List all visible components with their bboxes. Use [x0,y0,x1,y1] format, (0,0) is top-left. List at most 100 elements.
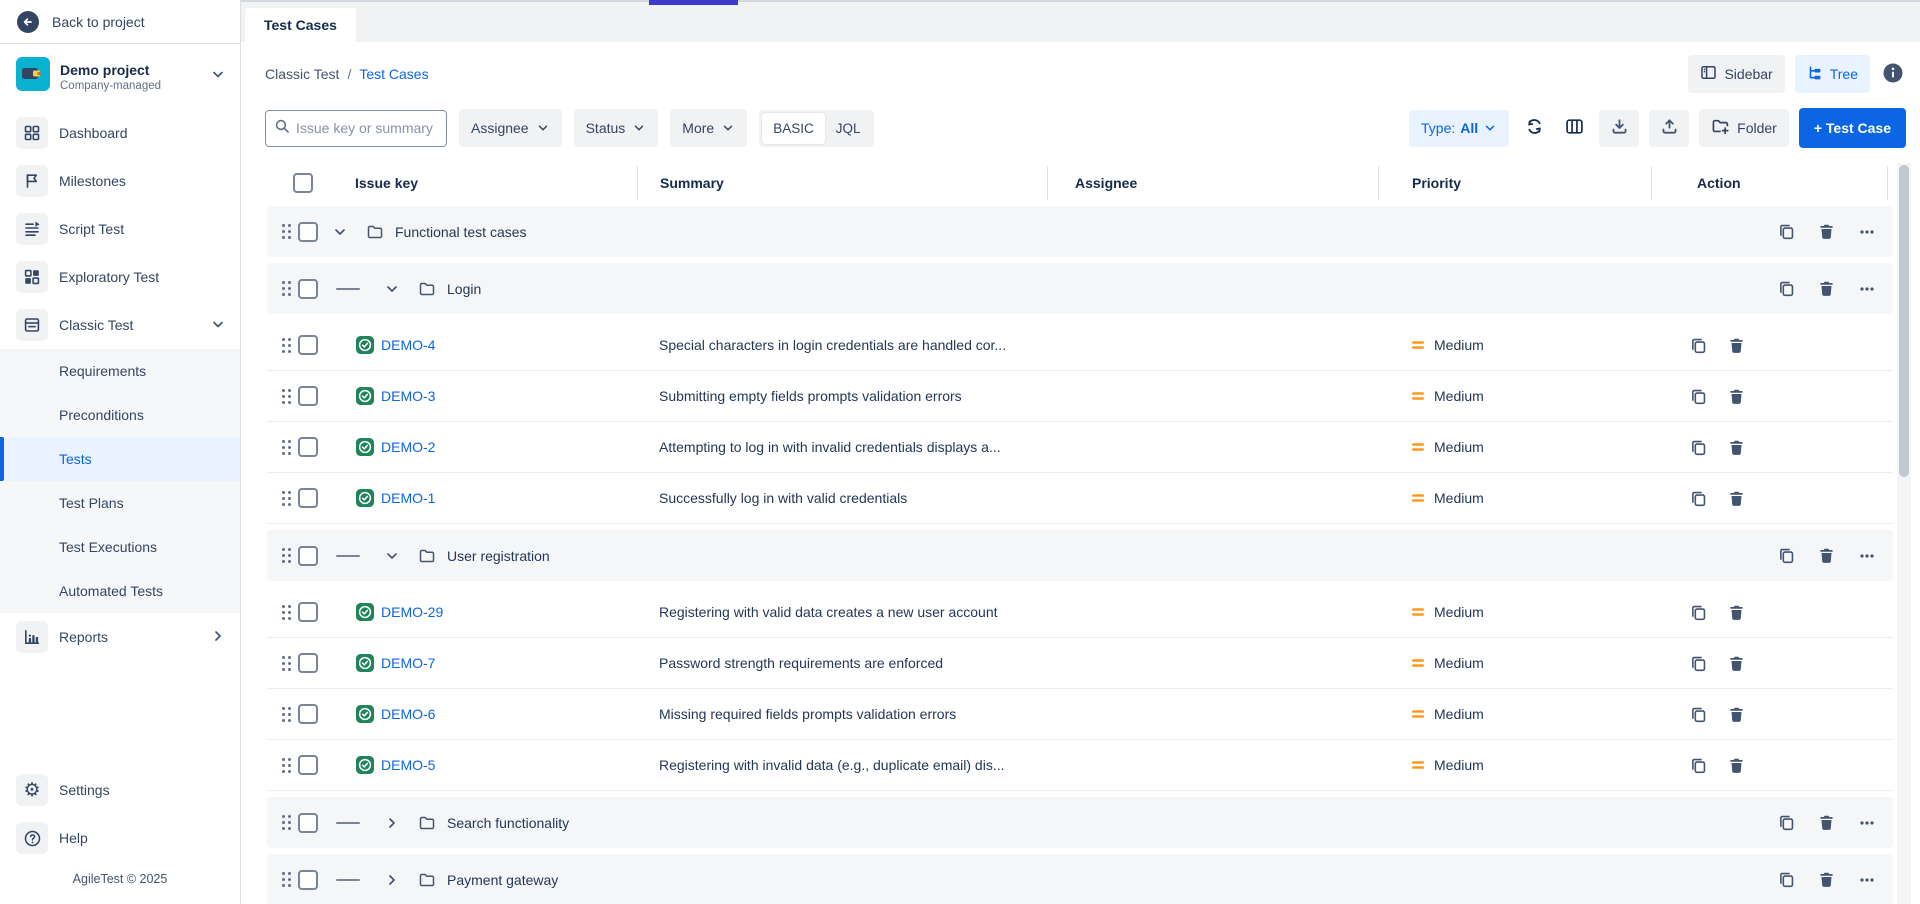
issue-key-link[interactable]: DEMO-7 [381,655,435,671]
delete-test-icon[interactable] [1728,604,1745,621]
breadcrumb-test-cases[interactable]: Test Cases [359,66,428,82]
test-case-row[interactable]: DEMO-1Successfully log in with valid cre… [267,473,1893,524]
folder-more-menu-icon[interactable] [1858,280,1876,298]
delete-folder-icon[interactable] [1818,871,1835,888]
sidebar-toggle-button[interactable]: Sidebar [1688,55,1784,93]
copy-test-icon[interactable] [1690,388,1707,405]
basic-mode-tab[interactable]: BASIC [762,113,825,144]
sidebar-item-tests[interactable]: Tests [0,437,240,481]
delete-test-icon[interactable] [1728,706,1745,723]
sidebar-item-reports[interactable]: Reports [0,613,240,661]
row-checkbox[interactable] [298,222,318,242]
folder-row[interactable]: Functional test cases [267,206,1893,257]
drag-handle-icon[interactable] [278,757,288,773]
drag-handle-icon[interactable] [278,548,288,564]
row-checkbox[interactable] [298,653,318,673]
drag-handle-icon[interactable] [278,604,288,620]
issue-key-link[interactable]: DEMO-5 [381,757,435,773]
test-case-row[interactable]: DEMO-4Special characters in login creden… [267,320,1893,371]
test-case-row[interactable]: DEMO-2Attempting to log in with invalid … [267,422,1893,473]
column-header-assignee[interactable]: Assignee [1047,166,1378,200]
folder-row[interactable]: Search functionality [267,797,1893,848]
tab-test-cases[interactable]: Test Cases [245,8,356,42]
back-to-project-button[interactable]: Back to project [0,0,240,44]
sidebar-item-help[interactable]: Help [0,814,240,862]
folder-button[interactable]: Folder [1699,109,1789,147]
select-all-checkbox[interactable] [293,173,313,193]
vertical-scrollbar[interactable] [1897,163,1911,904]
drag-handle-icon[interactable] [278,490,288,506]
test-case-row[interactable]: DEMO-3Submitting empty fields prompts va… [267,371,1893,422]
sidebar-item-test-plans[interactable]: Test Plans [0,481,240,525]
issue-key-link[interactable]: DEMO-29 [381,604,443,620]
row-checkbox[interactable] [298,870,318,890]
copy-folder-icon[interactable] [1778,814,1795,831]
import-button[interactable] [1599,110,1639,147]
copy-folder-icon[interactable] [1778,280,1795,297]
drag-handle-icon[interactable] [278,337,288,353]
copy-test-icon[interactable] [1690,757,1707,774]
copy-folder-icon[interactable] [1778,871,1795,888]
row-checkbox[interactable] [298,602,318,622]
sidebar-item-dashboard[interactable]: Dashboard [0,109,240,157]
delete-test-icon[interactable] [1728,337,1745,354]
delete-test-icon[interactable] [1728,757,1745,774]
folder-row[interactable]: User registration [267,530,1893,581]
row-checkbox[interactable] [298,546,318,566]
copy-folder-icon[interactable] [1778,547,1795,564]
drag-handle-icon[interactable] [278,655,288,671]
test-case-row[interactable]: DEMO-29Registering with valid data creat… [267,587,1893,638]
delete-test-icon[interactable] [1728,655,1745,672]
copy-test-icon[interactable] [1690,655,1707,672]
tree-view-button[interactable]: Tree [1795,55,1870,93]
refresh-button[interactable] [1519,111,1549,145]
collapse-folder-chevron-icon[interactable] [384,548,400,564]
sidebar-item-classic-test[interactable]: Classic Test [0,301,240,349]
sidebar-item-test-executions[interactable]: Test Executions [0,525,240,569]
row-checkbox[interactable] [298,335,318,355]
delete-folder-icon[interactable] [1818,547,1835,564]
folder-row[interactable]: Login [267,263,1893,314]
drag-handle-icon[interactable] [278,706,288,722]
delete-test-icon[interactable] [1728,439,1745,456]
sidebar-item-requirements[interactable]: Requirements [0,349,240,393]
folder-row[interactable]: Payment gateway [267,854,1893,904]
column-header-priority[interactable]: Priority [1378,166,1651,200]
row-checkbox[interactable] [298,704,318,724]
drag-handle-icon[interactable] [278,815,288,831]
folder-more-menu-icon[interactable] [1858,547,1876,565]
copy-test-icon[interactable] [1690,337,1707,354]
scrollbar-thumb[interactable] [1899,165,1909,477]
test-case-row[interactable]: DEMO-6Missing required fields prompts va… [267,689,1893,740]
delete-folder-icon[interactable] [1818,814,1835,831]
info-button[interactable] [1880,62,1906,87]
copy-test-icon[interactable] [1690,490,1707,507]
sidebar-item-milestones[interactable]: Milestones [0,157,240,205]
type-filter-dropdown[interactable]: Type: All [1409,110,1509,147]
folder-more-menu-icon[interactable] [1858,871,1876,889]
issue-key-link[interactable]: DEMO-1 [381,490,435,506]
drag-handle-icon[interactable] [278,439,288,455]
columns-button[interactable] [1559,111,1589,145]
sidebar-item-preconditions[interactable]: Preconditions [0,393,240,437]
project-switcher[interactable]: Demo project Company-managed [0,44,240,109]
folder-name[interactable]: Login [447,281,481,297]
delete-test-icon[interactable] [1728,490,1745,507]
folder-name[interactable]: User registration [447,548,550,564]
test-case-row[interactable]: DEMO-7Password strength requirements are… [267,638,1893,689]
sidebar-item-exploratory-test[interactable]: Exploratory Test [0,253,240,301]
issue-key-link[interactable]: DEMO-2 [381,439,435,455]
issue-key-link[interactable]: DEMO-4 [381,337,435,353]
copy-test-icon[interactable] [1690,604,1707,621]
drag-handle-icon[interactable] [278,388,288,404]
issue-key-link[interactable]: DEMO-3 [381,388,435,404]
expand-folder-chevron-icon[interactable] [384,815,400,831]
assignee-filter-dropdown[interactable]: Assignee [459,109,562,147]
row-checkbox[interactable] [298,386,318,406]
column-header-issue-key[interactable]: Issue key [340,166,637,200]
row-checkbox[interactable] [298,437,318,457]
row-checkbox[interactable] [298,813,318,833]
test-case-row[interactable]: DEMO-5Registering with invalid data (e.g… [267,740,1893,791]
delete-folder-icon[interactable] [1818,280,1835,297]
column-header-summary[interactable]: Summary [637,166,1047,200]
